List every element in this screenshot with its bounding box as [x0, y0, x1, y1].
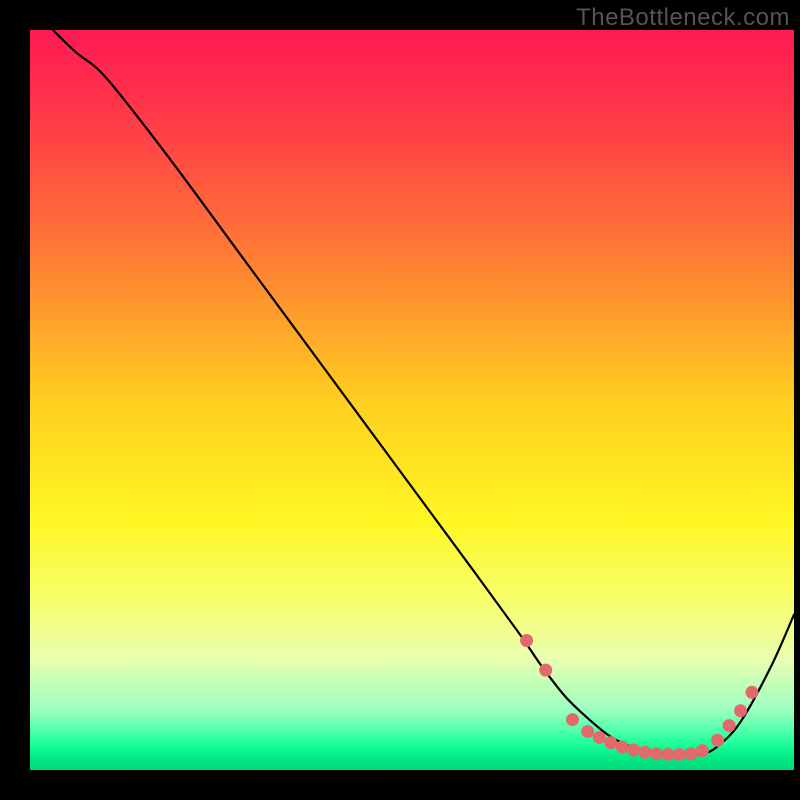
marker-point	[593, 731, 606, 744]
marker-point	[723, 719, 736, 732]
marker-point	[616, 741, 629, 754]
marker-point	[734, 704, 747, 717]
bottleneck-chart	[0, 0, 800, 800]
marker-point	[539, 664, 552, 677]
marker-point	[639, 746, 652, 759]
marker-point	[684, 747, 697, 760]
marker-point	[661, 748, 674, 761]
watermark-text: TheBottleneck.com	[576, 4, 790, 32]
marker-point	[581, 725, 594, 738]
marker-point	[520, 634, 533, 647]
marker-point	[745, 686, 758, 699]
marker-point	[566, 713, 579, 726]
marker-point	[673, 748, 686, 761]
marker-point	[650, 747, 663, 760]
chart-container: TheBottleneck.com	[0, 0, 800, 800]
marker-point	[627, 744, 640, 757]
plot-background	[30, 30, 794, 770]
marker-point	[696, 744, 709, 757]
marker-point	[711, 734, 724, 747]
marker-point	[604, 736, 617, 749]
